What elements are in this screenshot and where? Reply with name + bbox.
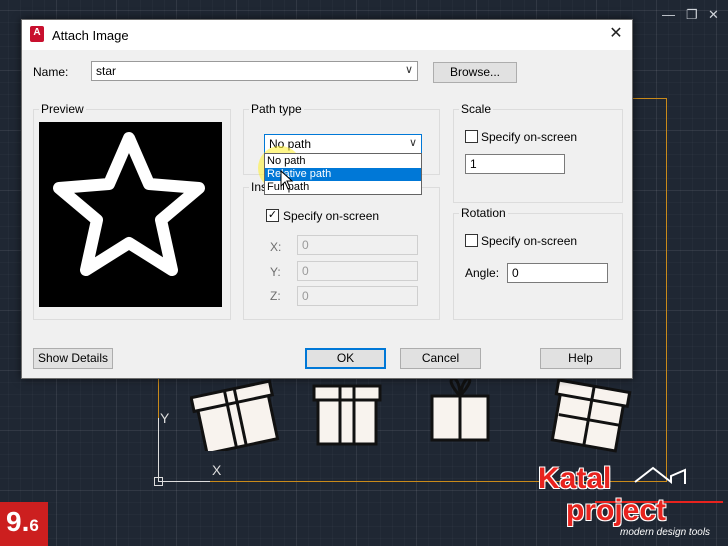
chevron-down-icon: ∨ <box>404 64 413 76</box>
help-button[interactable]: Help <box>540 348 621 369</box>
scale-specify-checkbox[interactable] <box>465 130 478 143</box>
brand-name-bottom: project <box>566 494 667 527</box>
title-bar[interactable]: A Attach Image ✕ <box>22 20 632 50</box>
minimize-icon[interactable]: — <box>662 8 675 22</box>
attach-image-dialog: A Attach Image ✕ Name: star ∨ Browse... … <box>21 19 633 379</box>
autocad-app-icon: A <box>30 26 44 42</box>
z-input[interactable]: 0 <box>297 286 418 306</box>
brand-name-top: Katal <box>538 462 612 495</box>
close-window-icon[interactable]: ✕ <box>708 8 719 22</box>
preview-label: Preview <box>39 102 86 116</box>
scale-input[interactable]: 1 <box>465 154 565 174</box>
star-preview-icon <box>53 132 205 276</box>
gift-icon <box>312 384 382 446</box>
close-icon[interactable]: ✕ <box>606 24 626 44</box>
ucs-origin-icon <box>154 477 163 486</box>
angle-label: Angle: <box>465 266 500 280</box>
ok-button[interactable]: OK <box>305 348 386 369</box>
brand-tagline: modern design tools <box>620 527 711 538</box>
gift-icon <box>430 376 490 442</box>
badge-sub: 6 <box>29 516 39 535</box>
lesson-badge: 9.6 <box>0 502 48 546</box>
path-type-label: Path type <box>249 102 304 116</box>
image-preview <box>39 122 222 307</box>
rotation-specify-checkbox[interactable] <box>465 234 478 247</box>
ucs-y-axis <box>158 418 159 482</box>
chevron-down-icon: ∨ <box>408 137 417 149</box>
rotation-label: Rotation <box>459 206 508 220</box>
name-value: star <box>96 64 117 78</box>
mouse-cursor-icon <box>280 170 294 190</box>
x-label: X: <box>270 240 282 254</box>
restore-icon[interactable]: ❐ <box>686 8 698 22</box>
gift-icon <box>550 378 632 453</box>
name-combobox[interactable]: star ∨ <box>91 61 418 81</box>
browse-button[interactable]: Browse... <box>433 62 517 83</box>
insertion-specify-label: Specify on-screen <box>283 209 380 223</box>
y-label: Y: <box>270 265 281 279</box>
y-input[interactable]: 0 <box>297 261 418 281</box>
path-option-no-path[interactable]: No path <box>265 155 421 168</box>
scale-specify-label: Specify on-screen <box>481 130 578 144</box>
rotation-specify-label: Specify on-screen <box>481 234 578 248</box>
insertion-specify-checkbox[interactable]: ✓ <box>266 209 279 222</box>
angle-input[interactable]: 0 <box>507 263 608 283</box>
cancel-button[interactable]: Cancel <box>400 348 481 369</box>
dialog-title: Attach Image <box>52 28 129 43</box>
z-label: Z: <box>270 289 281 303</box>
badge-main: 9. <box>6 506 30 537</box>
ucs-y-label: Y <box>160 410 170 426</box>
show-details-button[interactable]: Show Details <box>33 348 113 369</box>
scale-label: Scale <box>459 102 494 116</box>
ucs-x-axis <box>158 481 210 482</box>
gift-icon <box>190 379 280 451</box>
x-input[interactable]: 0 <box>297 235 418 255</box>
name-label: Name: <box>33 65 69 79</box>
ucs-x-label: X <box>212 462 222 478</box>
